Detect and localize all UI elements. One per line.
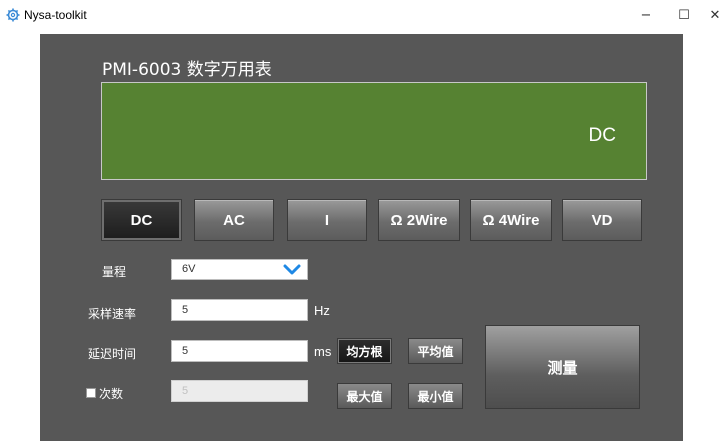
max-button[interactable]: 最大值 bbox=[337, 383, 392, 409]
delay-unit: ms bbox=[314, 344, 332, 359]
mode-button-2wire[interactable]: Ω 2Wire bbox=[378, 199, 460, 241]
rms-button[interactable]: 均方根 bbox=[337, 338, 392, 364]
page-title: PMI-6003 数字万用表 bbox=[102, 60, 272, 80]
mode-button-vd[interactable]: VD bbox=[562, 199, 642, 241]
range-select[interactable]: 6V bbox=[171, 259, 308, 280]
maximize-button[interactable]: ☐ bbox=[672, 4, 696, 26]
sample-rate-unit: Hz bbox=[314, 303, 330, 318]
display-mode-readout: DC bbox=[588, 125, 616, 146]
range-value: 6V bbox=[182, 263, 196, 275]
delay-input[interactable]: 5 bbox=[171, 340, 308, 362]
close-button[interactable]: ✕ bbox=[703, 4, 727, 26]
mean-button[interactable]: 平均值 bbox=[408, 338, 463, 364]
sample-rate-input[interactable]: 5 bbox=[171, 299, 308, 321]
count-label: 次数 bbox=[99, 387, 124, 401]
min-button[interactable]: 最小值 bbox=[408, 383, 463, 409]
count-input[interactable]: 5 bbox=[171, 380, 308, 402]
mode-button-current[interactable]: I bbox=[287, 199, 367, 241]
delay-label: 延迟时间 bbox=[88, 347, 137, 361]
chevron-down-icon bbox=[283, 264, 301, 275]
sample-rate-label: 采样速率 bbox=[88, 307, 137, 321]
mode-button-ac[interactable]: AC bbox=[194, 199, 274, 241]
title-bar: Nysa-toolkit − ☐ ✕ bbox=[0, 0, 727, 30]
mode-button-dc[interactable]: DC bbox=[101, 199, 182, 241]
window-title: Nysa-toolkit bbox=[24, 8, 87, 22]
mode-button-4wire[interactable]: Ω 4Wire bbox=[470, 199, 552, 241]
range-label: 量程 bbox=[102, 265, 127, 279]
meter-display: DC bbox=[101, 82, 647, 180]
count-checkbox[interactable] bbox=[86, 388, 96, 398]
measure-button[interactable]: 测量 bbox=[485, 325, 640, 409]
gear-icon bbox=[6, 8, 20, 22]
minimize-button[interactable]: − bbox=[634, 4, 658, 26]
